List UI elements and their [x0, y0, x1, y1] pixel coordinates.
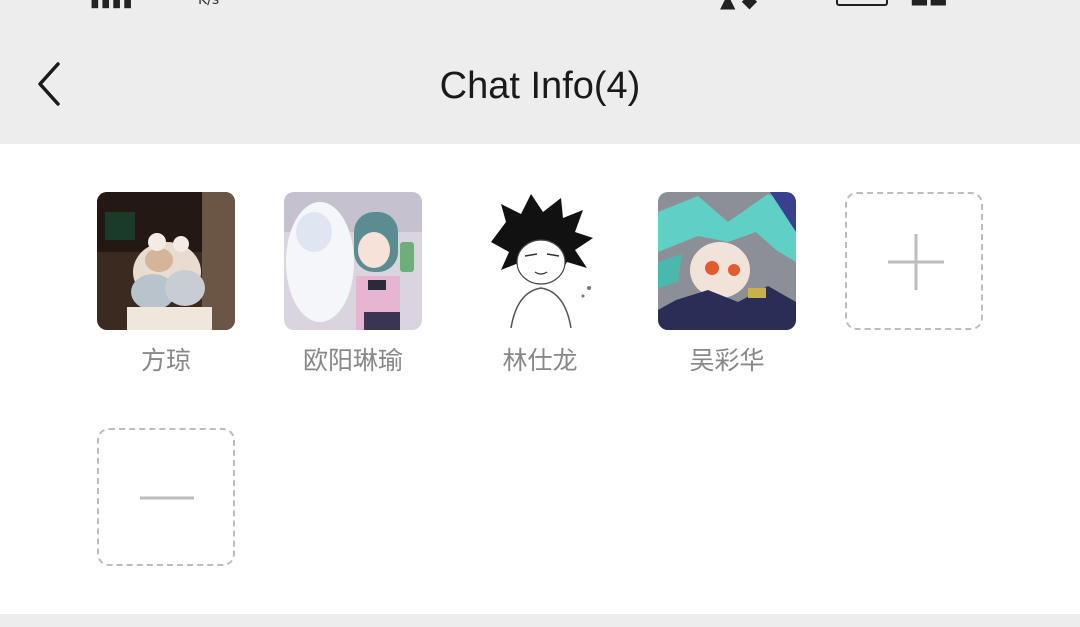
member-item[interactable]: 欧阳琳瑜: [284, 192, 422, 378]
member-name: 林仕龙: [502, 346, 578, 375]
battery-icon: [836, 0, 888, 6]
signal-icon: ▮▮▮▮: [90, 0, 134, 11]
avatar[interactable]: [471, 192, 609, 330]
add-member-button[interactable]: [845, 192, 983, 330]
member-name: 方琼: [140, 346, 191, 375]
member-item[interactable]: 林仕龙: [471, 192, 609, 378]
status-icons: ▲ ◆: [720, 0, 758, 12]
section-divider: [0, 614, 1080, 627]
minus-icon: [140, 496, 194, 500]
member-item[interactable]: 吴彩华: [658, 192, 796, 378]
avatar[interactable]: [284, 192, 422, 330]
clock-icon: ▬▬: [910, 0, 948, 12]
header-bar: Chat Info(4): [0, 20, 1080, 144]
remove-member-button[interactable]: [97, 428, 235, 566]
members-grid: 方琼 欧阳琳瑜 林仕龙 吴彩华: [0, 144, 1080, 614]
status-bar: ▮▮▮▮ K/s ▲ ◆ ▬▬: [0, 0, 1080, 20]
plus-icon: [888, 234, 944, 290]
network-speed-icon: K/s: [198, 0, 220, 8]
member-item[interactable]: 方琼: [97, 192, 235, 378]
page-title: Chat Info(4): [439, 65, 641, 107]
avatar[interactable]: [97, 192, 235, 330]
avatar[interactable]: [658, 192, 796, 330]
member-name: 吴彩华: [689, 346, 765, 375]
member-name: 欧阳琳瑜: [302, 346, 403, 375]
